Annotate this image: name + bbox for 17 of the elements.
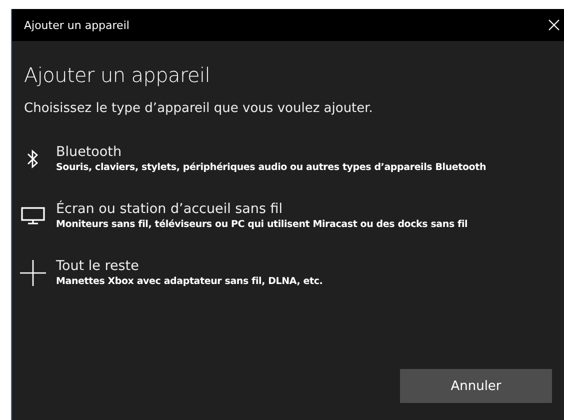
device-option[interactable]: Écran ou station d’accueil sans fil Moniteurs sans fil, téléviseurs ou PC qui utilisent Miracast ou des docks sans fil [24,201,552,230]
option-title: Bluetooth [56,144,123,160]
close-icon [548,19,560,31]
device-option[interactable]: Tout le reste Manettes Xbox avec adaptateur sans fil, DLNA, etc. [24,258,552,287]
monitor-icon [21,206,45,224]
option-title: Écran ou station d’accueil sans fil [56,201,284,217]
dialog-subtitle: Choisissez le type d’appareil que vous voulez ajouter. [24,101,374,116]
dialog-heading: Ajouter un appareil [24,63,211,87]
option-title: Tout le reste [56,258,140,274]
option-description: Moniteurs sans fil, téléviseurs ou PC qui utilisent Miracast ou des docks sans fil [56,219,468,230]
cancel-button[interactable]: Annuler [400,369,552,403]
bluetooth-icon [27,148,39,168]
plus-icon [20,260,46,286]
device-option[interactable]: Bluetooth Souris, claviers, stylets, périphériques audio ou autres types d’appareils Bluetooth [24,144,552,173]
option-description: Manettes Xbox avec adaptateur sans fil, DLNA, etc. [56,276,323,287]
option-description: Souris, claviers, stylets, périphériques audio ou autres types d’appareils Bluetooth [56,162,486,173]
window-title: Ajouter un appareil [24,18,130,32]
